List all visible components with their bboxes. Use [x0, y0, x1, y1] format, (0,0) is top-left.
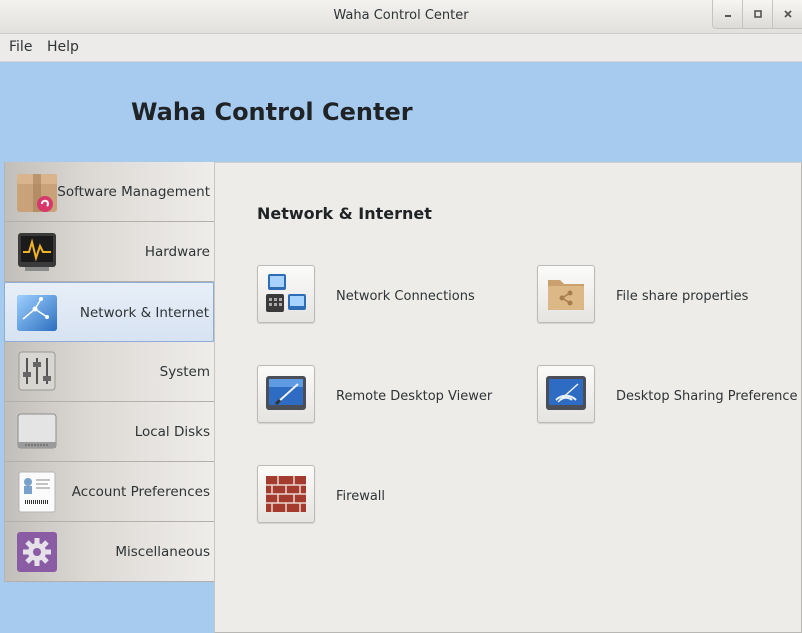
- disk-drive-icon: [17, 413, 57, 449]
- sidebar-item-label: System: [159, 364, 210, 380]
- maximize-icon: [753, 10, 762, 18]
- network-globe-icon: [17, 295, 57, 331]
- desktop-sharing-icon: [546, 376, 586, 410]
- firewall-icon: [266, 476, 306, 512]
- sidebar-item-software-management[interactable]: Software Management: [4, 162, 214, 222]
- shared-folder-icon: [548, 280, 584, 310]
- remote-desktop-viewer-button[interactable]: [257, 365, 315, 423]
- maximize-button[interactable]: [743, 0, 773, 28]
- firewall-button[interactable]: [257, 465, 315, 523]
- minimize-button[interactable]: [713, 0, 743, 28]
- menu-file[interactable]: File: [9, 39, 32, 55]
- sidebar-item-local-disks[interactable]: Local Disks: [4, 402, 214, 462]
- sidebar-item-label: Hardware: [144, 244, 210, 260]
- sidebar-item-label: Network & Internet: [79, 305, 209, 321]
- file-share-properties-label[interactable]: File share properties: [616, 289, 748, 304]
- sidebar-item-miscellaneous[interactable]: Miscellaneous: [4, 522, 214, 582]
- section-title: Network & Internet: [257, 204, 432, 223]
- remote-desktop-icon: [266, 376, 306, 410]
- header-banner: Waha Control Center: [0, 62, 802, 162]
- category-sidebar: Software Management Hardware Network & I…: [4, 162, 214, 582]
- minimize-icon: [724, 15, 731, 17]
- desktop-sharing-preference-button[interactable]: [537, 365, 595, 423]
- sidebar-item-account-preferences[interactable]: Account Preferences: [4, 462, 214, 522]
- network-connections-label[interactable]: Network Connections: [336, 289, 475, 304]
- left-panel: Software Management Hardware Network & I…: [0, 162, 214, 633]
- sidebar-item-label: Software Management: [57, 184, 210, 200]
- title-bar[interactable]: Waha Control Center: [0, 0, 802, 34]
- menu-help[interactable]: Help: [47, 39, 79, 55]
- sidebar-item-label: Miscellaneous: [115, 544, 210, 560]
- sliders-icon: [18, 351, 56, 391]
- sidebar-item-label: Local Disks: [134, 424, 210, 440]
- close-icon: [783, 10, 792, 18]
- menu-bar: File Help: [0, 34, 802, 62]
- header-title: Waha Control Center: [131, 98, 413, 126]
- network-connections-icon: [266, 274, 306, 312]
- sidebar-item-label: Account Preferences: [71, 484, 210, 500]
- file-share-properties-button[interactable]: [537, 265, 595, 323]
- id-card-icon: [18, 471, 56, 513]
- window-controls: [712, 0, 802, 29]
- content-panel: Network & Internet Network Connections F…: [214, 162, 802, 633]
- close-button[interactable]: [773, 0, 802, 28]
- desktop-sharing-preference-label[interactable]: Desktop Sharing Preference: [616, 389, 797, 404]
- sidebar-item-network-internet[interactable]: Network & Internet: [4, 282, 214, 342]
- sidebar-item-system[interactable]: System: [4, 342, 214, 402]
- window-title: Waha Control Center: [333, 8, 469, 23]
- firewall-label[interactable]: Firewall: [336, 489, 385, 504]
- gear-icon: [17, 532, 57, 572]
- app-window: Waha Control Center File Help Waha Contr…: [0, 0, 802, 633]
- sidebar-item-hardware[interactable]: Hardware: [4, 222, 214, 282]
- monitor-icon: [18, 233, 56, 271]
- remote-desktop-viewer-label[interactable]: Remote Desktop Viewer: [336, 389, 492, 404]
- package-icon: [17, 174, 57, 212]
- network-connections-button[interactable]: [257, 265, 315, 323]
